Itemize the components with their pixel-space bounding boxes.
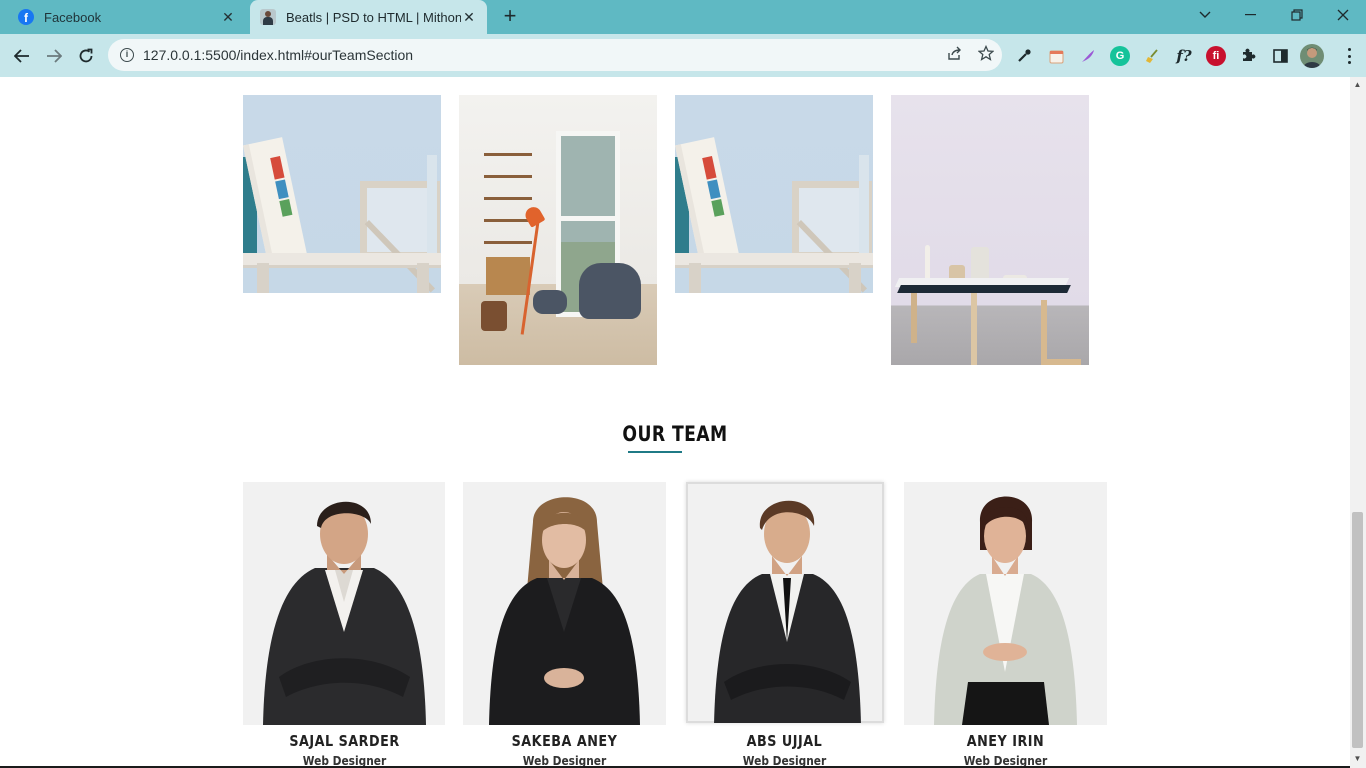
broom-icon[interactable] <box>1142 46 1162 66</box>
member-name: ANEY IRIN <box>966 732 1045 750</box>
scroll-up-arrow[interactable]: ▲ <box>1352 80 1363 89</box>
title-underline <box>628 451 682 453</box>
member-name: SAKEBA ANEY <box>511 732 618 750</box>
gallery-image-room[interactable] <box>459 95 657 365</box>
profile-avatar[interactable] <box>1300 44 1324 68</box>
facebook-icon: f <box>18 9 34 25</box>
fi-icon[interactable]: fi <box>1206 46 1226 66</box>
tab-strip: f Facebook ✕ Beatls | PSD to HTML | Mith… <box>0 0 1366 34</box>
reload-icon <box>79 48 93 63</box>
minimize-button[interactable] <box>1228 0 1274 30</box>
restore-button[interactable] <box>1274 0 1320 30</box>
member-name: ABS UJJAL <box>746 732 823 750</box>
address-bar[interactable]: i 127.0.0.1:5500/index.html#ourTeamSecti… <box>108 39 1002 71</box>
tab-search-button[interactable] <box>1182 0 1228 30</box>
close-icon <box>1337 9 1349 21</box>
forward-button[interactable] <box>40 42 68 70</box>
side-panel-icon[interactable] <box>1270 46 1290 66</box>
share-icon[interactable] <box>938 46 970 65</box>
close-icon[interactable]: ✕ <box>220 9 236 26</box>
arrow-left-icon <box>14 49 29 63</box>
team-member-card[interactable] <box>243 482 445 725</box>
member-photo <box>934 496 1077 725</box>
gallery-image-shelf[interactable] <box>243 95 441 293</box>
member-photo <box>714 500 861 723</box>
browser-toolbar: i 127.0.0.1:5500/index.html#ourTeamSecti… <box>0 34 1366 77</box>
person-avatar-icon <box>260 9 276 25</box>
close-icon[interactable]: ✕ <box>461 9 477 26</box>
gallery-image-shelf[interactable] <box>675 95 873 293</box>
section-title: OUR TEAM <box>622 422 728 446</box>
member-photo <box>263 501 426 725</box>
team-member-card[interactable] <box>904 482 1107 725</box>
minimize-icon <box>1245 14 1256 16</box>
eyedropper-icon[interactable] <box>1014 46 1034 66</box>
tab-title: Facebook <box>44 9 102 25</box>
reload-button[interactable] <box>72 42 100 70</box>
tab-title: Beatls | PSD to HTML | Mithon <box>286 9 461 25</box>
tab-beatls[interactable]: Beatls | PSD to HTML | Mithon ✕ <box>250 0 487 34</box>
tab-facebook[interactable]: f Facebook ✕ <box>8 0 246 34</box>
url-text[interactable]: 127.0.0.1:5500/index.html#ourTeamSection <box>143 47 938 63</box>
chevron-down-icon <box>1199 11 1211 18</box>
feather-icon[interactable] <box>1078 46 1098 66</box>
scrollbar-thumb[interactable] <box>1352 512 1363 748</box>
arrow-right-icon <box>47 49 62 63</box>
new-tab-button[interactable]: + <box>498 5 522 29</box>
close-window-button[interactable] <box>1320 0 1366 30</box>
puzzle-icon[interactable] <box>1238 46 1258 66</box>
bookmark-star-icon[interactable] <box>970 44 1002 65</box>
scroll-down-arrow[interactable]: ▼ <box>1352 754 1363 763</box>
gallery-image-table[interactable] <box>891 95 1089 365</box>
restore-icon <box>1291 9 1303 21</box>
font-identifier-icon[interactable]: f? <box>1174 46 1194 66</box>
member-photo <box>489 497 640 725</box>
back-button[interactable] <box>8 42 36 70</box>
team-member-card[interactable] <box>463 482 666 725</box>
calendar-icon[interactable] <box>1046 46 1066 66</box>
browser-menu-button[interactable] <box>1344 46 1354 66</box>
info-icon[interactable]: i <box>120 48 134 62</box>
page-viewport: OUR TEAM SAJAL SARDER Web Designer SAKEB… <box>0 77 1350 768</box>
member-name: SAJAL SARDER <box>289 732 400 750</box>
team-member-card[interactable] <box>686 482 884 723</box>
grammarly-icon[interactable]: G <box>1110 46 1130 66</box>
